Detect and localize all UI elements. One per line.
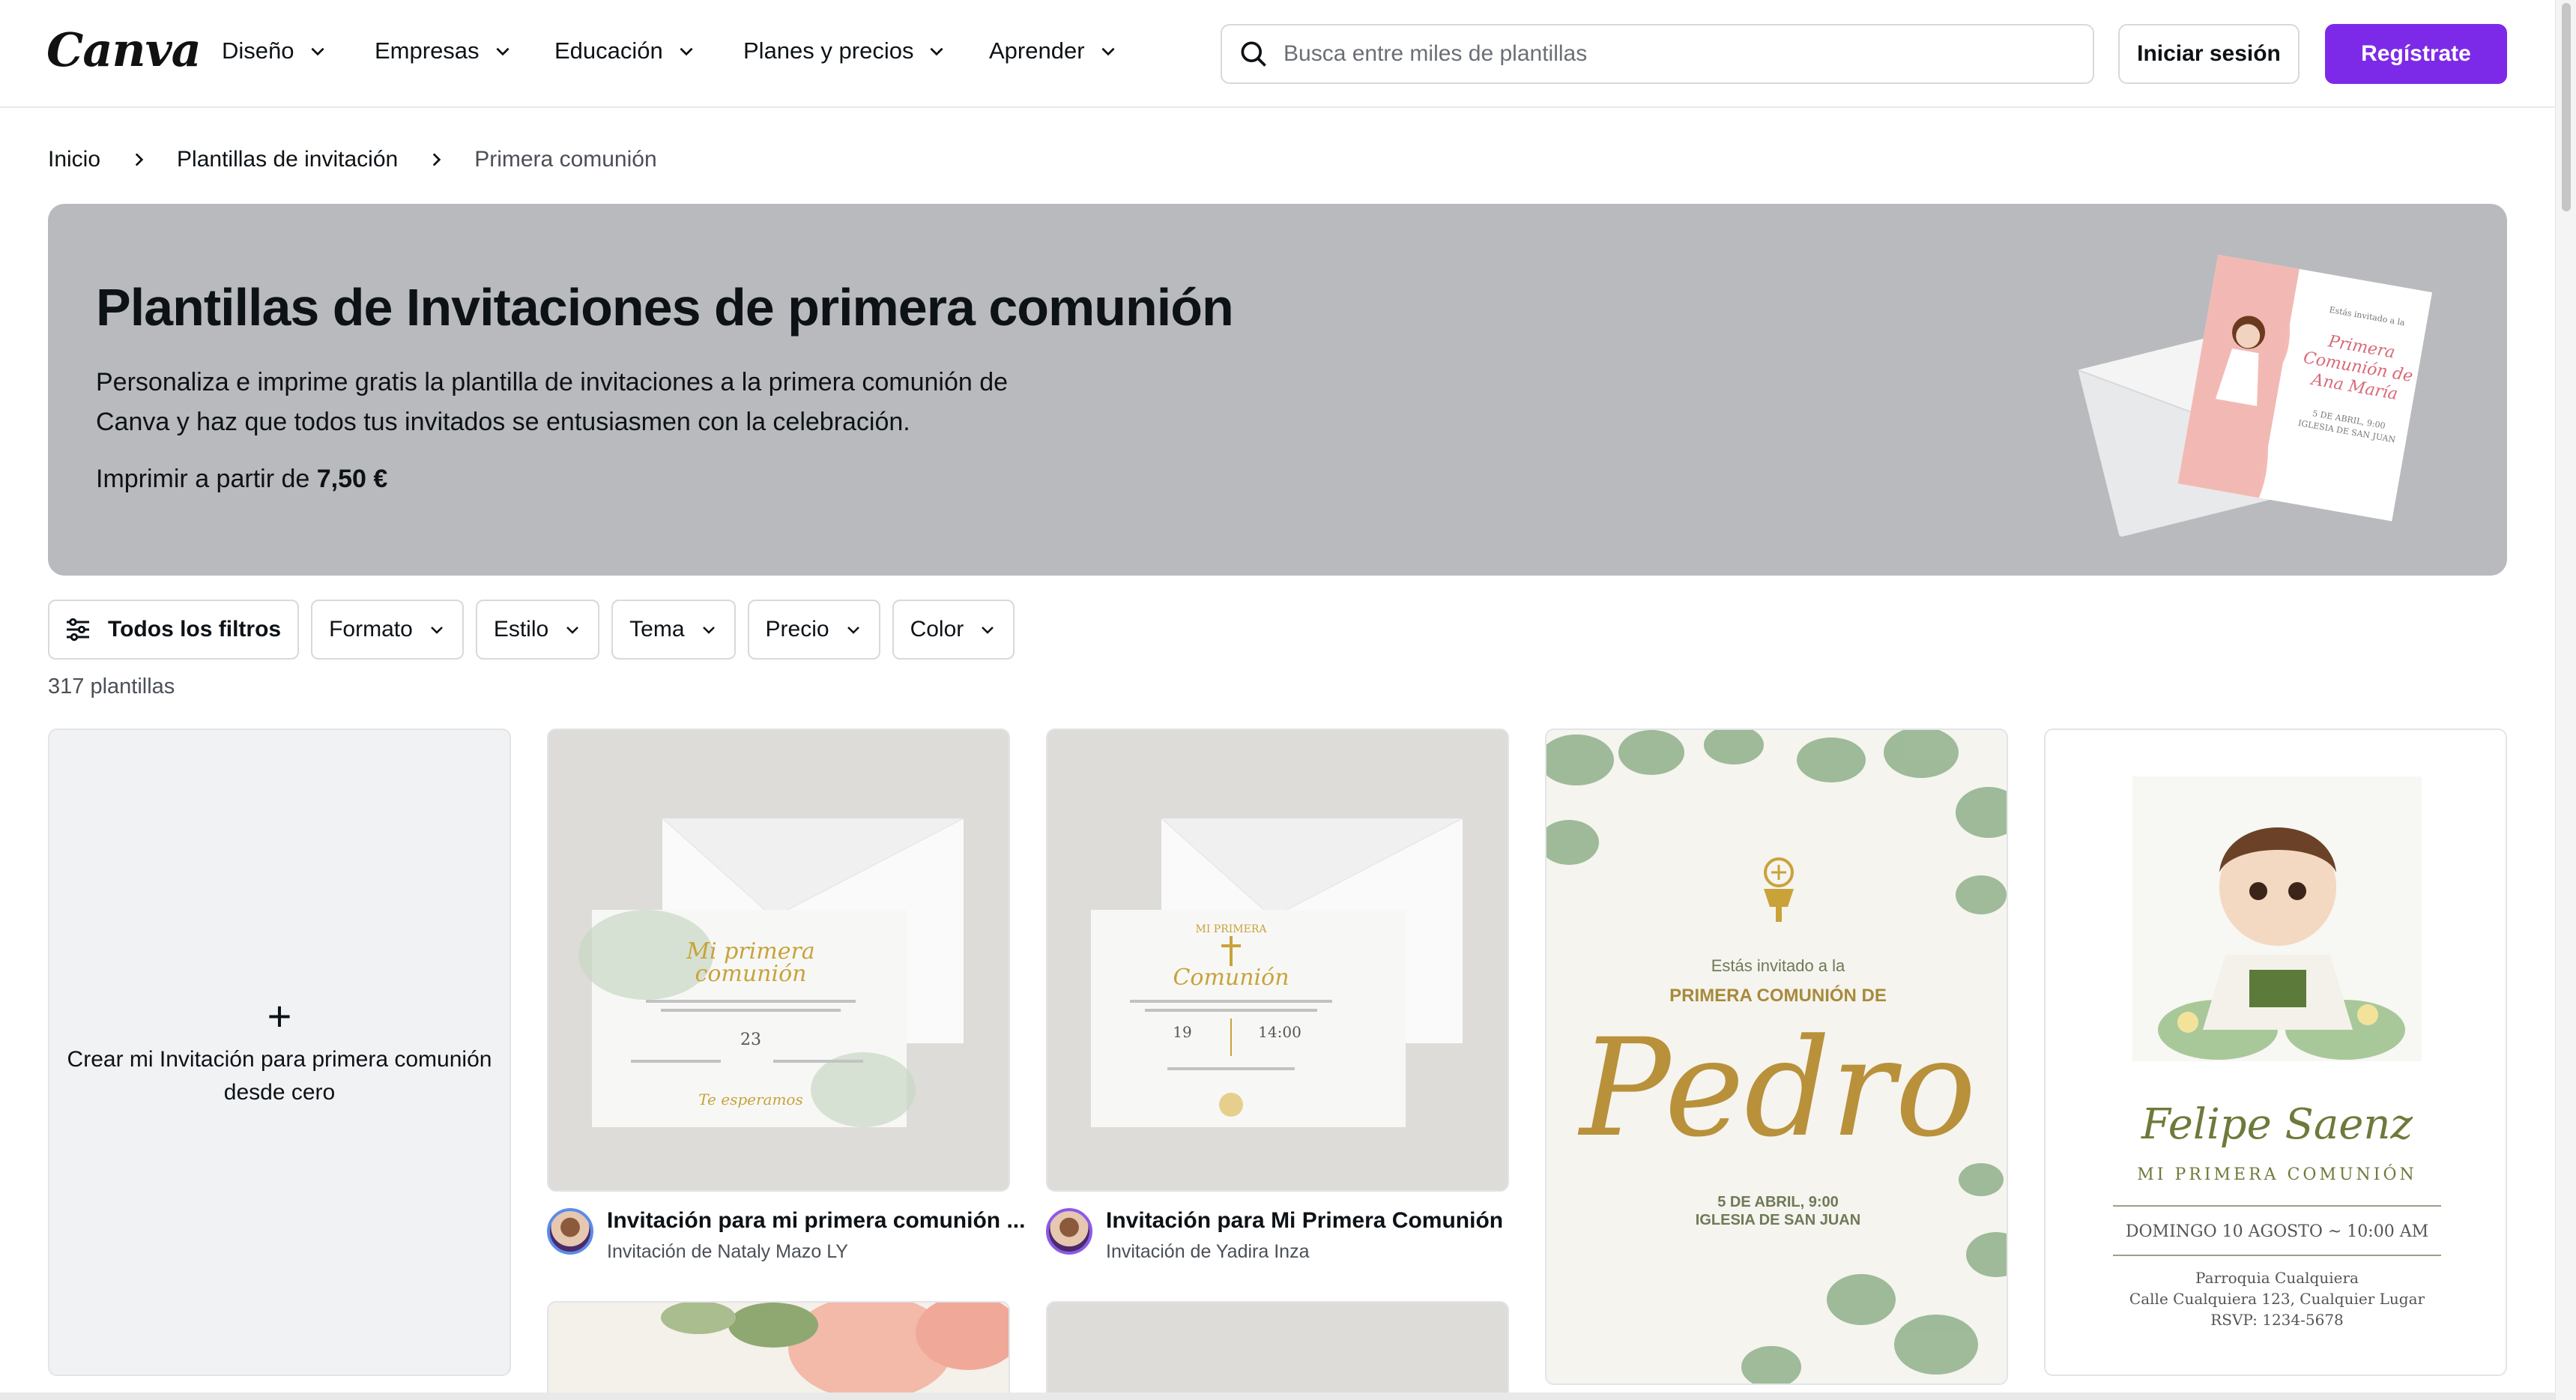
- filter-precio[interactable]: Precio: [747, 600, 880, 660]
- filter-estilo[interactable]: Estilo: [475, 600, 600, 660]
- create-from-scratch-card[interactable]: + Crear mi Invitación para primera comun…: [48, 728, 511, 1376]
- template-author[interactable]: Invitación de Nataly Mazo LY: [607, 1241, 848, 1263]
- search-input[interactable]: [1284, 41, 2033, 67]
- template-card-text: Pedro: [1577, 1010, 1976, 1167]
- template-preview-image: Felipe Saenz MI PRIMERA COMUNIÓN DOMINGO…: [2046, 730, 2506, 1375]
- template-author[interactable]: Invitación de Yadira Inza: [1106, 1241, 1309, 1263]
- invitation-mockup-image: Estás invitado a la Primera Comunión de …: [2077, 254, 2433, 537]
- filter-label: Color: [910, 617, 964, 642]
- filter-label: Precio: [765, 617, 829, 642]
- signup-button[interactable]: Regístrate: [2325, 24, 2507, 84]
- price-value: 7,50 €: [316, 465, 388, 493]
- nav-item-empresas[interactable]: Empresas: [375, 37, 513, 64]
- template-card-text: DOMINGO 10 AGOSTO ~ 10:00 AM: [2126, 1222, 2428, 1241]
- nav-item-label: Aprender: [989, 37, 1085, 64]
- page-scrollbar[interactable]: [2555, 0, 2576, 1400]
- canva-logo[interactable]: Canva: [46, 22, 202, 77]
- nav-item-label: Planes y precios: [743, 37, 914, 64]
- template-card-text: Comunión: [1173, 965, 1289, 991]
- template-card-text: PRIMERA COMUNIÓN DE: [1669, 985, 1887, 1006]
- template-card-text: Calle Cualquiera 123, Cualquier Lugar: [2129, 1290, 2425, 1308]
- breadcrumb-link-invitaciones[interactable]: Plantillas de invitación: [177, 147, 398, 172]
- top-nav: Canva Diseño Empresas Educación Planes y…: [0, 0, 2555, 108]
- template-card-text: RSVP: 1234-5678: [2210, 1311, 2344, 1329]
- hero-price: Imprimir a partir de 7,50 €: [96, 465, 387, 494]
- all-filters-button[interactable]: Todos los filtros: [48, 600, 300, 660]
- breadcrumb-current: Primera comunión: [474, 147, 657, 172]
- chevron-down-icon: [496, 47, 510, 56]
- filter-label: Tema: [629, 617, 685, 642]
- template-thumbnail[interactable]: Felipe Saenz MI PRIMERA COMUNIÓN DOMINGO…: [2044, 728, 2507, 1376]
- template-preview-image: Mi primera comunión 23 Te esperamos: [548, 730, 1009, 1190]
- template-thumbnail[interactable]: Mi primera comunión 23 Te esperamos: [547, 728, 1010, 1192]
- price-prefix: Imprimir a partir de: [96, 465, 310, 493]
- chevron-down-icon: [847, 627, 859, 634]
- search-bar: [1221, 24, 2094, 84]
- chevron-right-icon: [433, 153, 441, 166]
- chevron-down-icon: [930, 47, 943, 56]
- template-card-text: 14:00: [1258, 1023, 1301, 1041]
- filter-formato[interactable]: Formato: [311, 600, 464, 660]
- breadcrumb: Inicio Plantillas de invitación Primera …: [48, 147, 657, 172]
- chevron-down-icon: [982, 627, 994, 634]
- filter-bar: Todos los filtros Formato Estilo Tema Pr…: [48, 600, 1015, 660]
- template-thumbnail[interactable]: MI PRIMERA Comunión 19 14:00: [1046, 728, 1509, 1192]
- all-filters-label: Todos los filtros: [108, 617, 282, 642]
- sliders-icon: [67, 618, 89, 642]
- template-title[interactable]: Invitación para mi primera comunión ...: [607, 1208, 1025, 1234]
- template-preview-image: [548, 1303, 1009, 1400]
- template-card-text: 5 DE ABRIL, 9:00: [1717, 1194, 1839, 1210]
- template-card-text: Te esperamos: [698, 1090, 802, 1108]
- template-card-text: MI PRIMERA COMUNIÓN: [2137, 1164, 2416, 1184]
- chevron-down-icon: [310, 47, 324, 56]
- filter-tema[interactable]: Tema: [611, 600, 736, 660]
- nav-item-educacion[interactable]: Educación: [554, 37, 696, 64]
- author-avatar[interactable]: [1046, 1208, 1092, 1255]
- template-card-text: MI PRIMERA: [1195, 923, 1267, 935]
- template-preview-image: Estás invitado a la PRIMERA COMUNIÓN DE …: [1546, 730, 2007, 1384]
- template-preview-image: [1047, 1303, 1508, 1400]
- chevron-down-icon: [566, 627, 579, 634]
- nav-item-label: Empresas: [375, 37, 480, 64]
- nav-item-aprender[interactable]: Aprender: [989, 37, 1118, 64]
- author-avatar[interactable]: [547, 1208, 593, 1255]
- chevron-down-icon: [1101, 47, 1115, 56]
- create-card-label: Crear mi Invitación para primera comunió…: [67, 1047, 492, 1105]
- nav-item-label: Diseño: [222, 37, 294, 64]
- viewport-bottom-edge: [0, 1393, 2555, 1400]
- template-preview-image: MI PRIMERA Comunión 19 14:00: [1047, 730, 1508, 1190]
- hero-banner: Plantillas de Invitaciones de primera co…: [48, 204, 2507, 576]
- chevron-down-icon: [680, 47, 693, 56]
- login-button[interactable]: Iniciar sesión: [2118, 24, 2300, 84]
- template-title[interactable]: Invitación para Mi Primera Comunión: [1106, 1208, 1503, 1234]
- template-thumbnail[interactable]: [547, 1301, 1010, 1400]
- chevron-down-icon: [702, 627, 715, 634]
- template-card-text: 23: [740, 1031, 761, 1049]
- filter-color[interactable]: Color: [892, 600, 1015, 660]
- template-card-text: comunión: [695, 961, 807, 987]
- template-card-text: Felipe Saenz: [2141, 1100, 2413, 1149]
- page-title: Plantillas de Invitaciones de primera co…: [96, 278, 1234, 337]
- filter-label: Formato: [329, 617, 413, 642]
- nav-item-diseno[interactable]: Diseño: [222, 37, 327, 64]
- template-card-text: Estás invitado a la: [1711, 956, 1845, 975]
- nav-item-label: Educación: [554, 37, 663, 64]
- template-card-text: 19: [1173, 1023, 1191, 1041]
- hero-description: Personaliza e imprime gratis la plantill…: [96, 368, 1009, 436]
- template-thumbnail[interactable]: Estás invitado a la PRIMERA COMUNIÓN DE …: [1545, 728, 2008, 1385]
- chevron-down-icon: [430, 627, 443, 634]
- search-icon: [1241, 41, 1266, 67]
- template-card-text: Parroquia Cualquiera: [2195, 1269, 2359, 1287]
- nav-item-planes[interactable]: Planes y precios: [743, 37, 946, 64]
- breadcrumb-link-inicio[interactable]: Inicio: [48, 147, 100, 172]
- template-thumbnail[interactable]: [1046, 1301, 1509, 1400]
- plus-icon: +: [267, 992, 292, 1040]
- filter-label: Estilo: [493, 617, 549, 642]
- chevron-right-icon: [135, 153, 144, 166]
- scrollbar-thumb[interactable]: [2562, 3, 2571, 211]
- results-count: 317 plantillas: [48, 675, 175, 699]
- template-card-text: IGLESIA DE SAN JUAN: [1696, 1212, 1860, 1228]
